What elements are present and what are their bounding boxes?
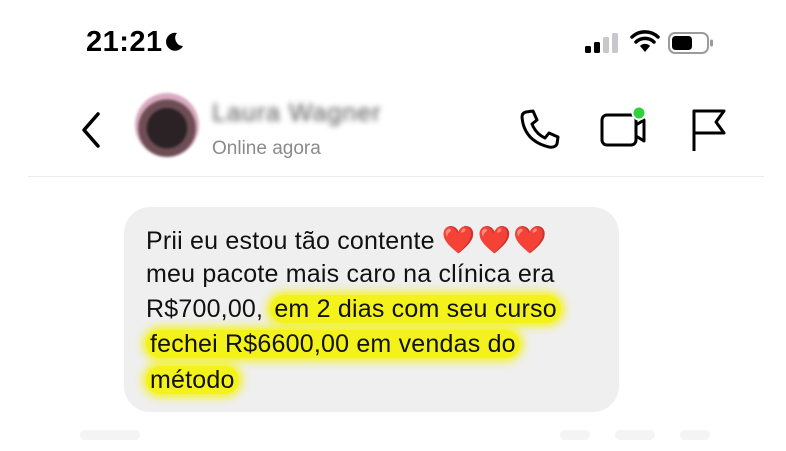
message-line-2: meu pacote mais caro na clínica era (146, 260, 555, 289)
header-divider (28, 176, 764, 177)
status-time: 21:21 (86, 26, 163, 58)
moon-icon (166, 32, 183, 51)
highlighted-text: método (146, 366, 239, 394)
highlighted-text: em 2 dias com seu curso (270, 295, 561, 323)
faded-element (560, 430, 590, 440)
highlighted-text: fechei R$6600,00 em vendas do (146, 330, 520, 358)
faded-element (80, 430, 140, 440)
contact-status: Online agora (212, 138, 321, 159)
chat-header: Laura Wagner Online agora (0, 85, 786, 177)
message-line-1: Prii eu estou tão contente ❤️❤️❤️ (146, 224, 549, 256)
avatar[interactable] (135, 93, 199, 157)
back-icon[interactable] (78, 110, 106, 150)
message-text: Prii eu estou tão contente (146, 227, 442, 255)
status-bar: 21:21 (0, 0, 786, 80)
flag-icon[interactable] (688, 107, 730, 153)
message-line-3: R$700,00, em 2 dias com seu curso (146, 295, 561, 324)
faded-element (680, 430, 710, 440)
message-text: R$700,00, (146, 295, 271, 323)
hearts-emoji: ❤️❤️❤️ (441, 225, 549, 256)
message-line-5: método (146, 366, 239, 395)
message-text: meu pacote mais caro na clínica era (146, 260, 555, 288)
phone-icon[interactable] (518, 107, 562, 151)
battery-icon (668, 32, 713, 54)
cellular-signal-icon (585, 33, 618, 53)
faded-element (615, 430, 655, 440)
message-line-4: fechei R$6600,00 em vendas do (146, 330, 520, 359)
contact-name[interactable]: Laura Wagner (212, 99, 382, 128)
wifi-icon (630, 30, 660, 52)
video-call-icon[interactable] (598, 103, 648, 151)
